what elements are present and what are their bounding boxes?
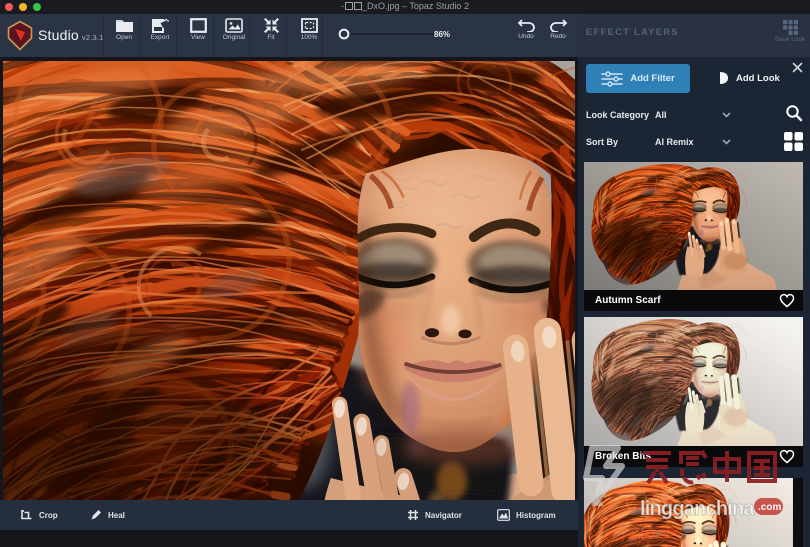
svg-text:.com: .com (758, 502, 781, 513)
svg-text:lingganchina: lingganchina (640, 498, 755, 520)
